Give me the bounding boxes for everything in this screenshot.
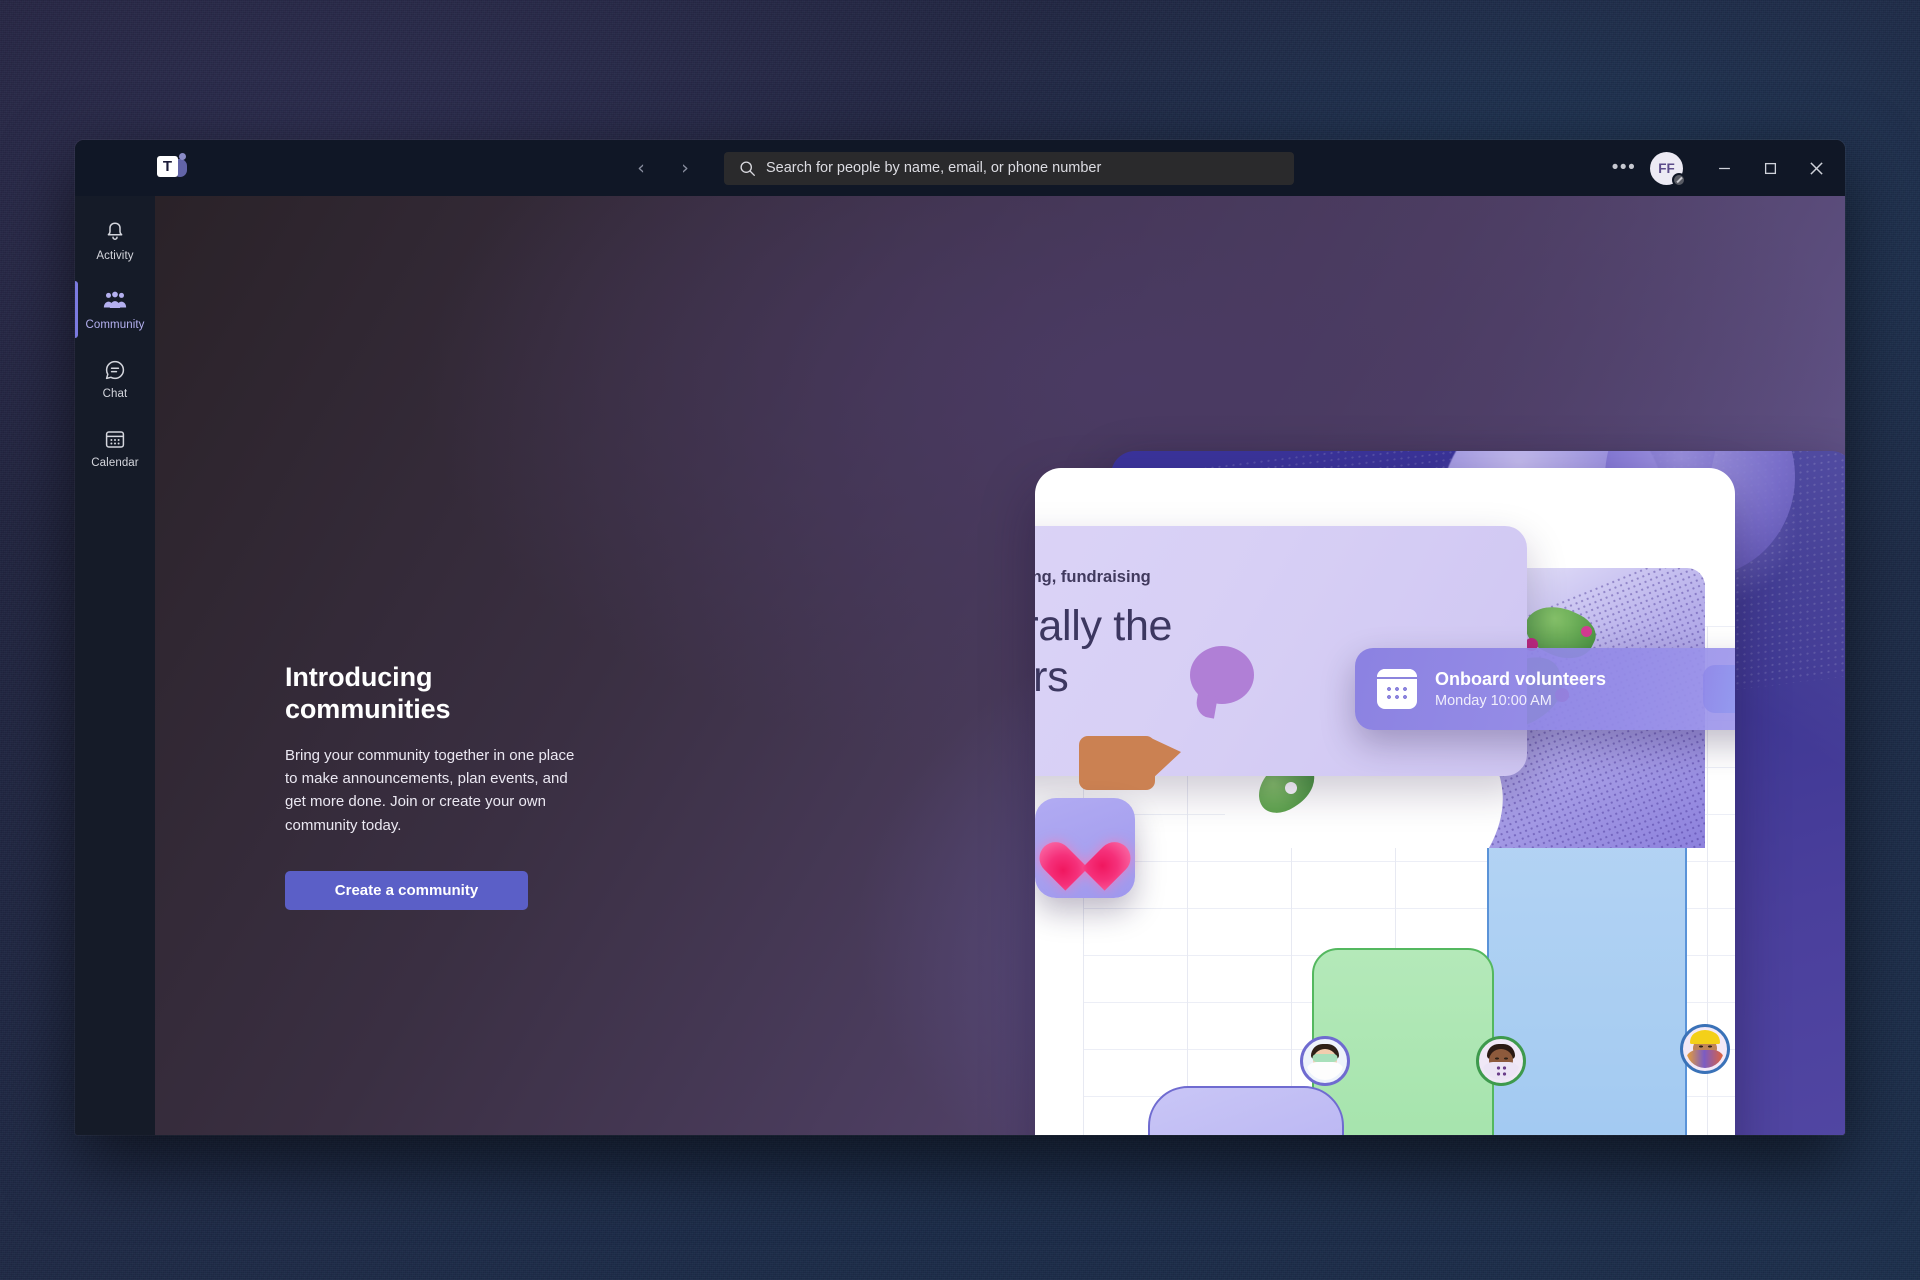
promo-headline-line2: volunteers [1035,653,1069,702]
minimize-button[interactable] [1701,146,1747,190]
teams-app-window: T ‹ › ••• FF [75,140,1845,1135]
avatar-initials: FF [1658,160,1675,176]
heart-icon [1035,822,1138,891]
sidebar-item-calendar[interactable]: Calendar [75,413,155,482]
close-button[interactable] [1793,146,1839,190]
construction-avatar [1680,1024,1730,1074]
titlebar-center-group: ‹ › [75,140,1845,196]
avatar[interactable]: FF [1650,151,1686,187]
left-nav-rail: Activity Community Chat Calendar [75,196,155,1135]
speech-bubble-icon [1190,646,1254,704]
bell-icon [103,219,127,245]
title-bar: T ‹ › ••• FF [75,140,1845,196]
illustration-front-card: Volunteers Organizations Fundraisers [1035,468,1735,1135]
meeting-title: Onboard volunteers [1435,669,1607,689]
more-options-icon[interactable]: ••• [1606,150,1642,186]
calendar-icon [1377,669,1417,709]
calendar-icon [103,426,127,452]
join-button[interactable]: Join [1703,665,1735,713]
people-icon [102,288,128,314]
chevron-right-icon[interactable]: › [670,153,700,183]
meeting-chip[interactable]: Onboard volunteers Monday 10:00 AM Join [1355,648,1735,730]
organizer-avatar [1476,1036,1526,1086]
sidebar-item-activity[interactable]: Activity [75,206,155,275]
status-badge [1672,172,1686,187]
heart-icon-tile [1035,798,1138,898]
intro-body-text: Bring your community together in one pla… [285,746,575,834]
search-box[interactable] [724,151,1294,185]
sidebar-item-chat[interactable]: Chat [75,344,155,413]
video-camera-icon [1079,736,1181,790]
fundraisers-shape: Fundraisers [1148,1086,1344,1135]
sidebar-item-label: Activity [96,250,134,262]
chat-bubble-icon [103,357,127,383]
page-title: Introducing communities [285,661,575,726]
page-title-line2: communities [285,694,451,725]
intro-copy-block: Introducing communities Bring your commu… [285,661,575,910]
sidebar-item-community[interactable]: Community [75,275,155,344]
promo-eyebrow: Non-profits, mentoring, fundraising [1035,568,1151,586]
sidebar-item-label: Community [85,319,145,331]
search-icon [736,157,758,179]
meeting-time: Monday 10:00 AM [1435,693,1552,709]
create-community-button[interactable]: Create a community [285,870,528,910]
window-controls-group: ••• FF [1606,140,1845,196]
search-input[interactable] [766,160,1282,176]
page-title-line1: Introducing [285,662,433,692]
scientist-avatar [1300,1036,1350,1086]
sidebar-item-label: Chat [102,388,128,400]
communities-illustration: Volunteers Organizations Fundraisers [1035,396,1845,1135]
main-content-area: Introducing communities Bring your commu… [155,196,1845,1135]
maximize-button[interactable] [1747,146,1793,190]
promo-headline-line1: Time to rally the [1035,602,1173,650]
chevron-left-icon[interactable]: ‹ [626,153,656,183]
sidebar-item-label: Calendar [91,457,139,469]
meeting-details: Onboard volunteers Monday 10:00 AM [1435,669,1703,709]
